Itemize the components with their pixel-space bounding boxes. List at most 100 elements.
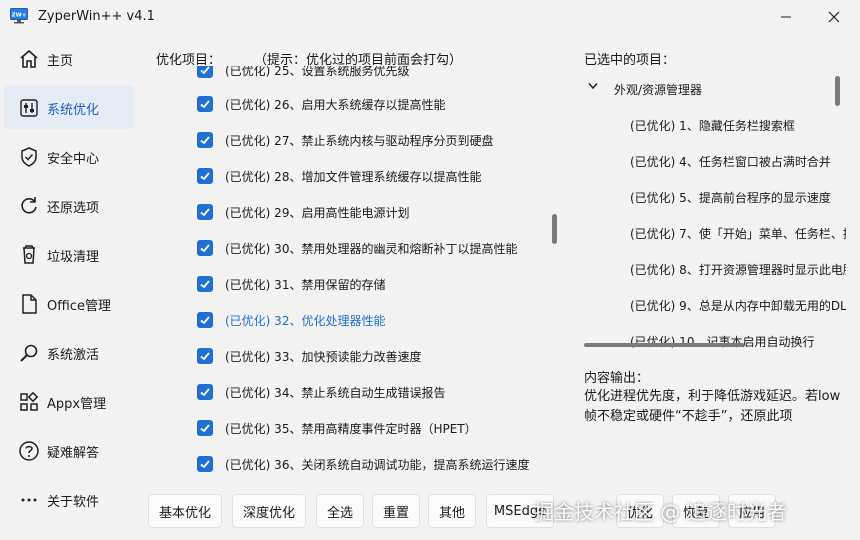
checkmark-icon [200,280,210,289]
list-item-label: (已优化) 26、启用大系统缓存以提高性能 [225,98,446,112]
checkbox[interactable] [197,456,213,472]
list-item[interactable]: (已优化) 27、禁止系统内核与驱动程序分页到硬盘 [150,124,550,160]
list-item[interactable]: (已优化) 31、禁用保留的存储 [150,268,550,304]
sidebar-item-label: 还原选项 [47,201,100,216]
list-item[interactable]: (已优化) 30、禁用处理器的幽灵和熔断补丁以提高性能 [150,232,550,268]
checkbox[interactable] [197,204,213,220]
output-heading: 内容输出： [584,371,650,386]
refresh-icon [21,197,37,214]
list-item[interactable]: (已优化) 29、启用高性能电源计划 [150,196,550,232]
optimize-list-scrollbar[interactable] [552,214,557,244]
checkbox[interactable] [197,132,213,148]
selected-tree: 外观/资源管理器 (已优化) 1、隐藏任务栏搜索框 (已优化) 4、任务栏窗口被… [578,76,846,350]
checkmark-icon [200,388,210,397]
list-item[interactable]: (已优化) 36、关闭系统自动调试功能，提高系统运行速度 [150,448,550,476]
sidebar-item-troubleshoot[interactable]: 疑难解答 [4,428,134,472]
title-bar: ZW+ ZyperWin++ v4.1 [0,0,860,34]
sidebar-item-cleanup[interactable]: 垃圾清理 [4,232,134,276]
sidebar-item-restore[interactable]: 还原选项 [4,183,134,227]
list-item[interactable]: (已优化) 28、增加文件管理系统缓存以提高性能 [150,160,550,196]
selected-heading: 已选中的项目： [584,53,676,68]
tree-item[interactable]: (已优化) 10、记事本启用自动换行 [630,333,846,350]
checkmark-icon [200,460,210,469]
sliders-icon [20,99,38,117]
list-item-label: (已优化) 30、禁用处理器的幽灵和熔断补丁以提高性能 [225,242,518,256]
sidebar-item-activation[interactable]: 系统激活 [4,330,134,374]
list-item-label: (已优化) 36、关闭系统自动调试功能，提高系统运行速度 [225,458,530,472]
list-item[interactable]: (已优化) 35、禁用高精度事件定时器（HPET） [150,412,550,448]
checkmark-icon [200,208,210,217]
optimize-list: (已优化) 25、设置系统服务优先级 (已优化) 26、启用大系统缓存以提高性能… [150,66,564,476]
checkbox[interactable] [197,240,213,256]
list-item-selected[interactable]: (已优化) 32、优化处理器性能 [150,304,550,340]
sidebar-item-appx[interactable]: Appx管理 [4,379,134,423]
list-item-label: (已优化) 33、加快预读能力改善速度 [225,350,422,364]
selected-tree-scrollbar[interactable] [835,76,840,106]
home-icon [20,49,38,68]
shield-icon [21,147,37,167]
sidebar-item-label: 主页 [47,54,74,69]
checkmark-icon [200,352,210,361]
list-item-label: (已优化) 27、禁止系统内核与驱动程序分页到硬盘 [225,134,494,148]
checkbox[interactable] [197,66,213,78]
tree-item[interactable]: (已优化) 1、隐藏任务栏搜索框 [630,117,846,134]
zw-monitor-icon: ZW+ [10,8,28,24]
sidebar: 主页 系统优化 安全中心 还原选项 垃圾清理 Office管理 系统激活 App… [0,34,136,540]
checkbox[interactable] [197,312,213,328]
checkbox[interactable] [197,348,213,364]
checkbox[interactable] [197,276,213,292]
tree-item[interactable]: (已优化) 4、任务栏窗口被占满时合并 [630,153,846,170]
sidebar-item-label: Appx管理 [47,397,107,412]
close-button[interactable] [814,4,854,30]
list-item-label: (已优化) 34、禁止系统自动生成错误报告 [225,386,446,400]
sidebar-item-label: 关于软件 [47,495,100,510]
checkmark-icon [200,66,210,75]
sidebar-item-label: 疑难解答 [47,446,100,461]
sidebar-item-security[interactable]: 安全中心 [4,134,134,178]
tree-item[interactable]: (已优化) 9、总是从内存中卸载无用的DLL [630,297,846,314]
minimize-icon [781,16,791,18]
checkbox[interactable] [197,96,213,112]
checkbox[interactable] [197,168,213,184]
tree-item[interactable]: (已优化) 5、提高前台程序的显示速度 [630,189,846,206]
svg-text:ZW+: ZW+ [12,13,27,19]
close-icon [828,11,840,23]
tree-item[interactable]: (已优化) 8、打开资源管理器时显示此电脑 [630,261,846,278]
checkmark-icon [200,136,210,145]
checkmark-icon [200,172,210,181]
select-all-button[interactable]: 全选 [316,494,364,528]
deep-optimize-button[interactable]: 深度优化 [232,494,306,528]
checkbox[interactable] [197,420,213,436]
list-item-label: (已优化) 29、启用高性能电源计划 [225,206,410,220]
sidebar-item-label: 系统激活 [47,348,100,363]
list-item-label: (已优化) 25、设置系统服务优先级 [225,66,410,78]
list-item[interactable]: (已优化) 26、启用大系统缓存以提高性能 [150,88,550,124]
apps-icon [20,391,39,411]
tree-item[interactable]: (已优化) 7、使「开始」菜单、任务栏、操作中心透明 [630,225,846,242]
search-icon [20,344,38,362]
selected-tree-hscrollbar[interactable] [584,343,744,347]
checkmark-icon [200,100,210,109]
watermark: 掘金技术社区 @ 追逐时光者 [534,500,787,524]
more-icon [21,498,37,502]
tree-group-appearance[interactable]: 外观/资源管理器 [578,76,838,100]
sidebar-item-home[interactable]: 主页 [4,36,134,80]
minimize-button[interactable] [766,4,806,30]
other-button[interactable]: 其他 [428,494,476,528]
list-item[interactable]: (已优化) 25、设置系统服务优先级 [150,66,550,88]
list-item[interactable]: (已优化) 34、禁止系统自动生成错误报告 [150,376,550,412]
list-item-label: (已优化) 28、增加文件管理系统缓存以提高性能 [225,170,482,184]
list-item[interactable]: (已优化) 33、加快预读能力改善速度 [150,340,550,376]
sidebar-item-label: Office管理 [47,299,111,314]
tree-group-label: 外观/资源管理器 [614,83,703,97]
checkmark-icon [200,316,210,325]
list-item-label: (已优化) 32、优化处理器性能 [225,314,386,328]
list-item-label: (已优化) 31、禁用保留的存储 [225,278,386,292]
sidebar-item-about[interactable]: 关于软件 [4,477,134,521]
checkbox[interactable] [197,384,213,400]
basic-optimize-button[interactable]: 基本优化 [148,494,222,528]
checkmark-icon [200,244,210,253]
sidebar-item-system-optimize[interactable]: 系统优化 [4,85,134,129]
sidebar-item-office[interactable]: Office管理 [4,281,134,325]
reset-button[interactable]: 重置 [372,494,420,528]
